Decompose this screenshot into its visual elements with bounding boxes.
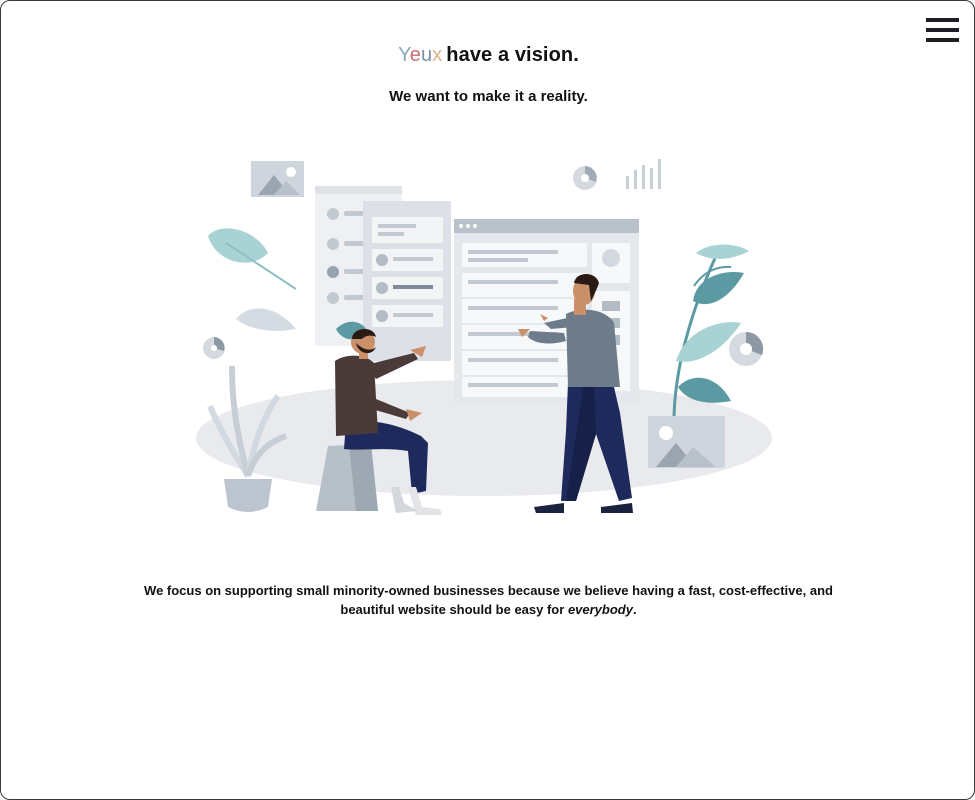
potted-plant — [672, 244, 749, 422]
image-frame-icon — [251, 161, 304, 197]
brand-logo: Yeux — [398, 44, 442, 66]
bar-chart-icon — [626, 159, 661, 189]
pie-chart-icon — [573, 166, 597, 190]
menu-line — [926, 18, 959, 22]
page-frame: Yeux have a vision. We want to make it a … — [0, 0, 975, 800]
brand-letter: x — [432, 44, 443, 66]
pie-chart-icon — [729, 331, 764, 366]
page-title: Yeux have a vision. — [1, 44, 974, 67]
image-frame-icon — [648, 416, 725, 468]
middle-panel — [363, 201, 451, 361]
mission-text: We focus on supporting small minority-ow… — [144, 583, 833, 617]
mission-emphasis: everybody — [567, 602, 633, 617]
brand-letter: u — [420, 44, 433, 66]
mission-period: . — [632, 602, 637, 617]
headline-text: have a vision. — [446, 44, 579, 66]
mission-statement: We focus on supporting small minority-ow… — [141, 581, 836, 619]
page-subtitle: We want to make it a reality. — [389, 88, 588, 105]
brand-letter: e — [409, 44, 421, 66]
brand-letter: Y — [398, 44, 410, 66]
menu-line — [926, 28, 959, 32]
menu-line — [926, 38, 959, 42]
team-collaboration-illustration — [196, 159, 772, 515]
pie-chart-icon — [203, 337, 225, 359]
hamburger-menu-icon[interactable] — [926, 17, 960, 47]
